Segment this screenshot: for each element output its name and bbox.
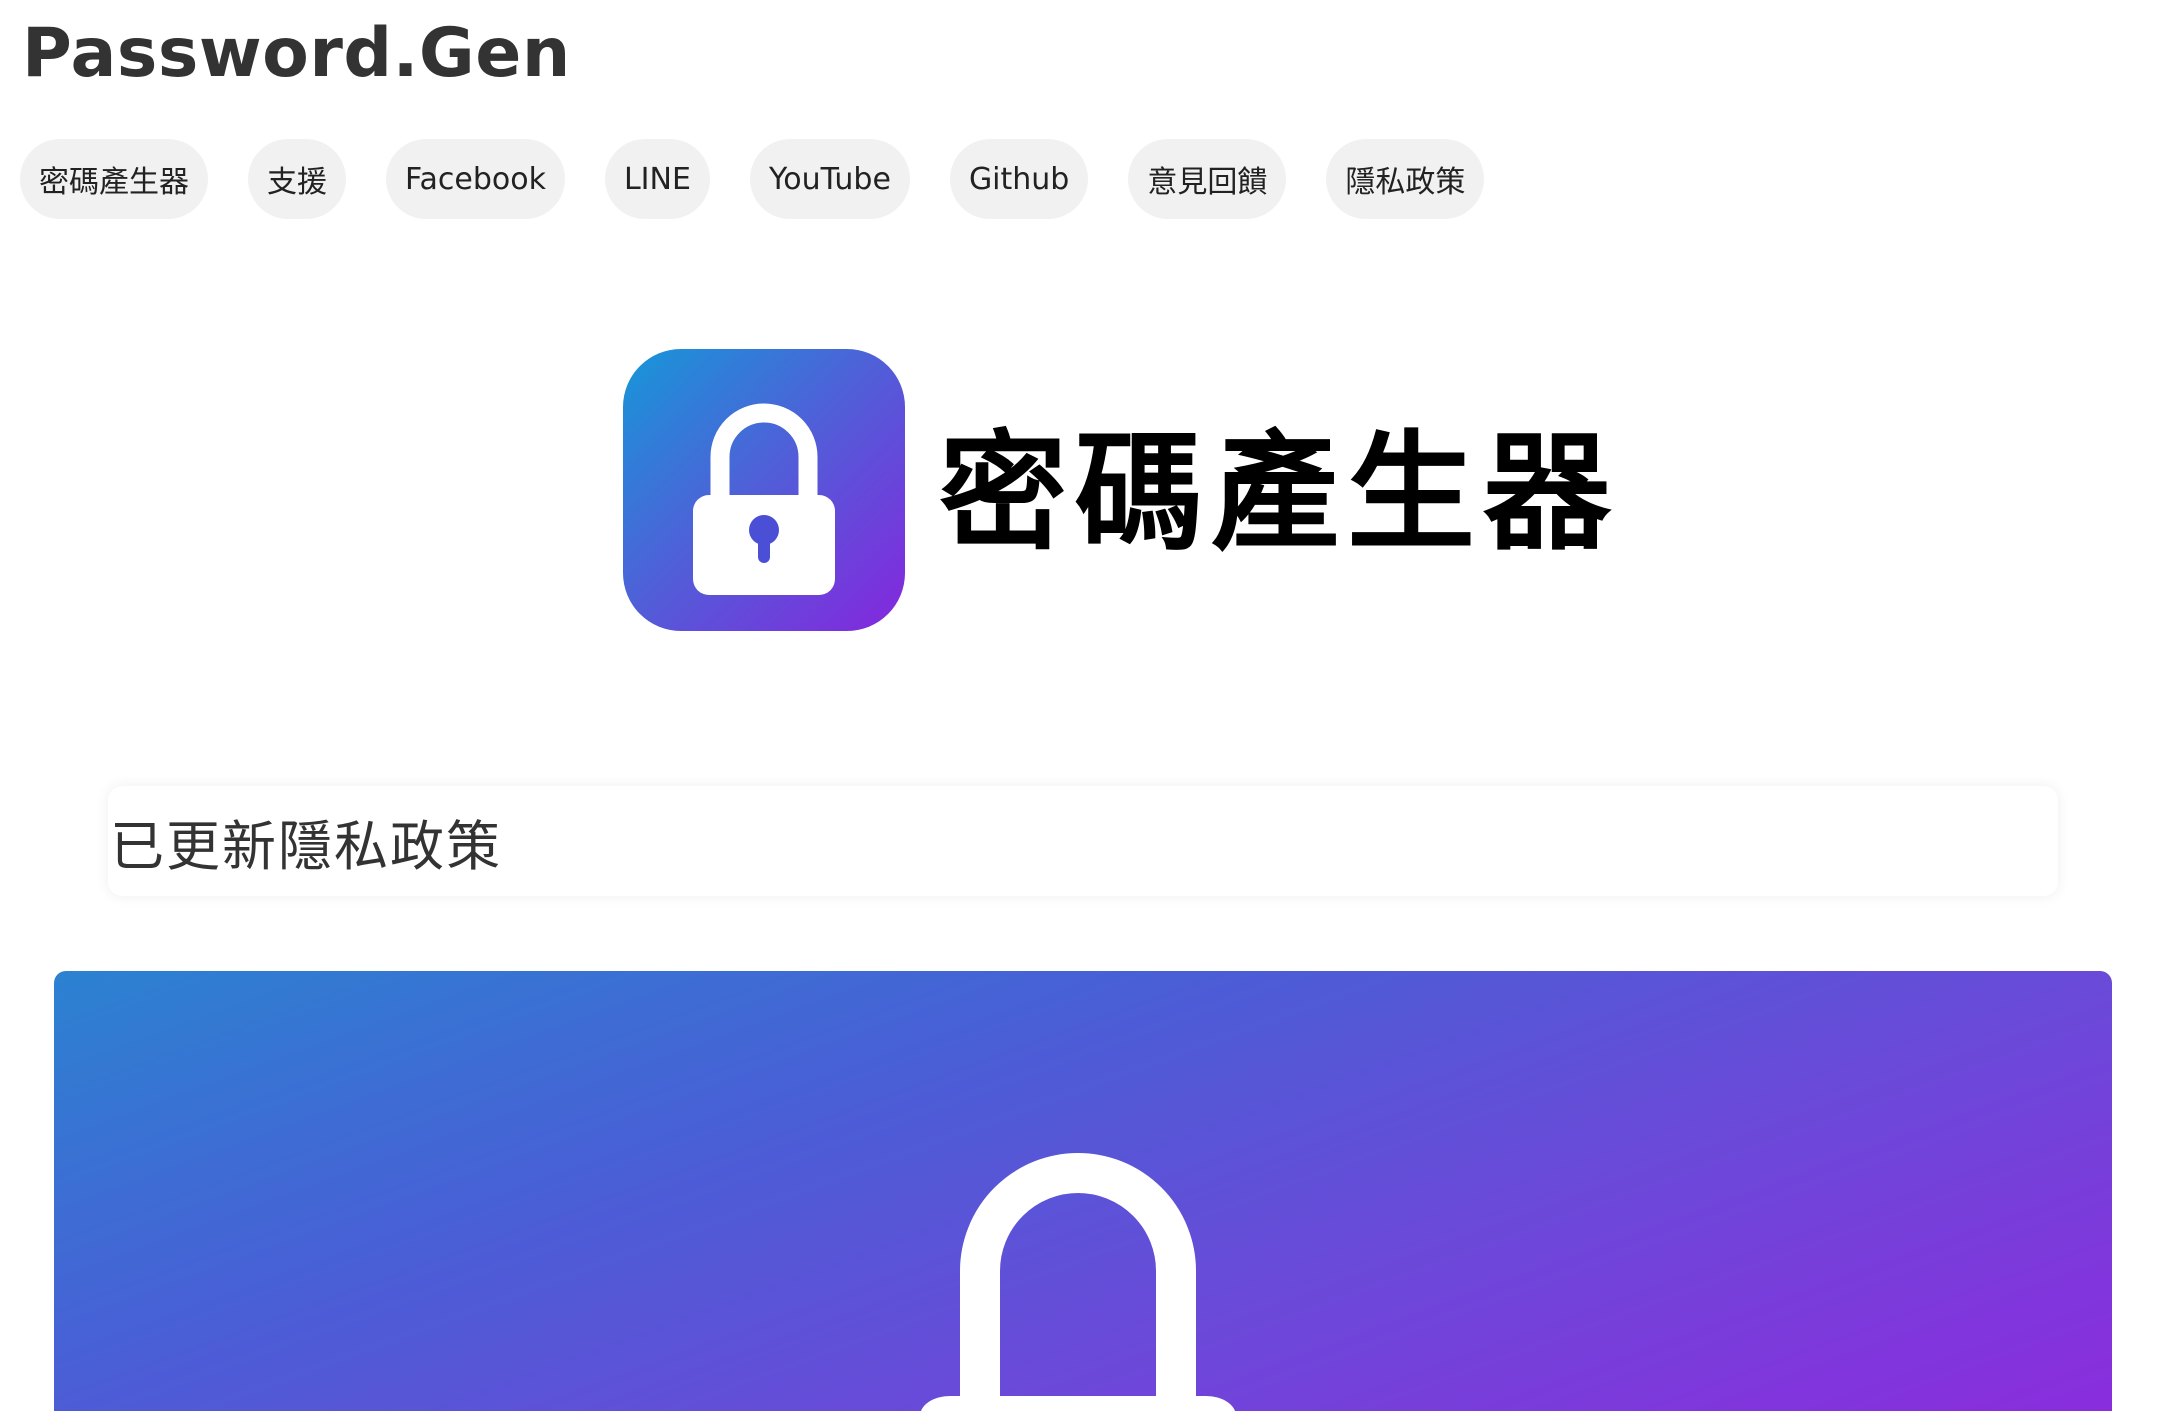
nav-item-github[interactable]: Github [949, 139, 1089, 219]
notice-bar[interactable]: 已更新隱私政策 [108, 786, 2058, 896]
notice-text[interactable]: 已更新隱私政策 [110, 802, 502, 881]
hero-logo: 密碼產生器 [623, 349, 1619, 631]
banner-image [54, 971, 2112, 1411]
nav-item-line[interactable]: LINE [604, 139, 710, 219]
main-nav: 密碼產生器 支援 Facebook LINE YouTube Github 意見… [20, 139, 1485, 219]
app-icon [623, 349, 905, 631]
lock-icon [693, 403, 835, 595]
lock-icon [920, 1153, 1236, 1411]
site-title[interactable]: Password.Gen [22, 14, 571, 94]
nav-item-password-generator[interactable]: 密碼產生器 [20, 139, 208, 219]
nav-item-facebook[interactable]: Facebook [386, 139, 565, 219]
nav-item-youtube[interactable]: YouTube [749, 139, 910, 219]
nav-item-support[interactable]: 支援 [248, 139, 346, 219]
nav-item-feedback[interactable]: 意見回饋 [1128, 139, 1287, 219]
nav-item-privacy-policy[interactable]: 隱私政策 [1326, 139, 1485, 219]
hero-title: 密碼產生器 [939, 419, 1620, 568]
